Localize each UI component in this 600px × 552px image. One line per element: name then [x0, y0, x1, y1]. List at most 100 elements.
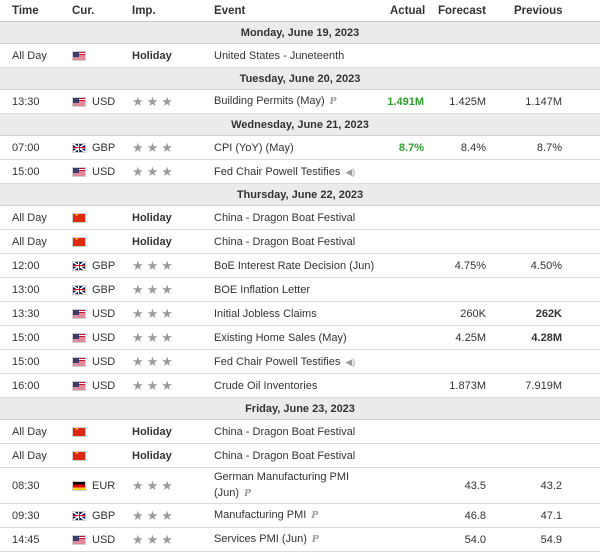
- event-name[interactable]: China - Dragon Boat Festival: [214, 230, 384, 253]
- actual-value: [360, 468, 424, 503]
- event-row[interactable]: 15:00 USD ★★★ Fed Chair Powell Testifies ◀): [0, 160, 600, 184]
- event-currency: [72, 420, 132, 443]
- header-actual[interactable]: Actual: [390, 0, 440, 21]
- day-date-label: Thursday, June 22, 2023: [236, 188, 364, 201]
- event-row[interactable]: 13:30 USD ★★★ Building Permits (May) P 1.491M…: [0, 90, 600, 114]
- event-name[interactable]: German Manufacturing PMI (Jun) P: [214, 468, 384, 503]
- day-date-label: Tuesday, June 20, 2023: [239, 72, 361, 85]
- event-title[interactable]: Existing Home Sales (May): [214, 332, 347, 344]
- event-title[interactable]: BoE Interest Rate Decision (Jun): [214, 260, 374, 272]
- event-currency: USD: [72, 160, 132, 183]
- event-row[interactable]: All Day Holiday China - Dragon Boat Festiv…: [0, 206, 600, 230]
- event-title[interactable]: Fed Chair Powell Testifies: [214, 356, 340, 368]
- header-event[interactable]: Event: [214, 0, 384, 21]
- event-title[interactable]: China - Dragon Boat Festival: [214, 426, 355, 438]
- event-row[interactable]: 15:00 USD ★★★ Fed Chair Powell Testifies ◀): [0, 350, 600, 374]
- forecast-value: 260K: [460, 307, 486, 320]
- event-name[interactable]: Initial Jobless Claims: [214, 302, 384, 325]
- event-row[interactable]: 09:30 GBP ★★★ Manufacturing PMI P 46.8 47.1: [0, 504, 600, 528]
- event-title[interactable]: CPI (YoY) (May): [214, 142, 294, 154]
- actual-value: [360, 160, 424, 183]
- event-title[interactable]: German Manufacturing PMI: [214, 471, 349, 483]
- actual-value: [360, 350, 424, 373]
- event-time: 15:00: [12, 355, 40, 368]
- event-row[interactable]: 13:30 USD ★★★ Initial Jobless Claims 260K 262…: [0, 302, 600, 326]
- event-title[interactable]: United States - Juneteenth: [214, 50, 344, 62]
- event-row[interactable]: 12:00 GBP ★★★ BoE Interest Rate Decision (J…: [0, 254, 600, 278]
- event-title[interactable]: China - Dragon Boat Festival: [214, 212, 355, 224]
- previous-value: [490, 206, 562, 229]
- event-row[interactable]: 08:30 EUR ★★★ German Manufacturing PMI (Jun)…: [0, 468, 600, 504]
- event-row[interactable]: All Day Holiday United States - Juneteenth: [0, 44, 600, 68]
- previous-value: [490, 160, 562, 183]
- importance-stars: ★★★: [132, 374, 202, 397]
- event-name[interactable]: United States - Juneteenth: [214, 44, 384, 67]
- event-row[interactable]: 07:00 GBP ★★★ CPI (YoY) (May) 8.7% 8.4% 8.7%: [0, 136, 600, 160]
- currency-code: USD: [92, 165, 116, 178]
- event-name[interactable]: Crude Oil Inventories: [214, 374, 384, 397]
- header-previous[interactable]: Previous: [514, 0, 574, 21]
- event-name[interactable]: Manufacturing PMI P: [214, 504, 384, 527]
- day-header-row: Tuesday, June 20, 2023: [0, 68, 600, 90]
- event-title[interactable]: Fed Chair Powell Testifies: [214, 166, 340, 178]
- event-row[interactable]: All Day Holiday China - Dragon Boat Festiv…: [0, 230, 600, 254]
- event-name[interactable]: China - Dragon Boat Festival: [214, 420, 384, 443]
- event-name[interactable]: Fed Chair Powell Testifies ◀): [214, 160, 384, 183]
- event-row[interactable]: 13:00 GBP ★★★ BOE Inflation Letter: [0, 278, 600, 302]
- event-name[interactable]: BOE Inflation Letter: [214, 278, 384, 301]
- event-currency: USD: [72, 90, 132, 113]
- forecast-value: [424, 350, 486, 373]
- event-name[interactable]: Building Permits (May) P: [214, 90, 384, 113]
- header-importance[interactable]: Imp.: [132, 0, 202, 21]
- calendar-body: Monday, June 19, 2023 All Day Holiday Unite…: [0, 22, 600, 552]
- actual-value: [360, 326, 424, 349]
- event-name[interactable]: Fed Chair Powell Testifies ◀): [214, 350, 384, 373]
- event-name[interactable]: Existing Home Sales (May): [214, 326, 384, 349]
- holiday-label: Holiday: [132, 49, 172, 62]
- flag-us-icon: [72, 534, 86, 545]
- event-title-line2[interactable]: (Jun): [214, 487, 239, 499]
- event-title[interactable]: China - Dragon Boat Festival: [214, 450, 355, 462]
- actual-value: [360, 302, 424, 325]
- event-row[interactable]: All Day Holiday China - Dragon Boat Festiv…: [0, 444, 600, 468]
- event-currency: USD: [72, 528, 132, 551]
- event-currency: USD: [72, 302, 132, 325]
- importance-stars: ★★★: [132, 528, 202, 551]
- flag-gb-icon: [72, 142, 86, 153]
- event-currency: GBP: [72, 136, 132, 159]
- event-row[interactable]: All Day Holiday China - Dragon Boat Festiv…: [0, 420, 600, 444]
- currency-code: GBP: [92, 259, 116, 272]
- event-title[interactable]: Services PMI (Jun): [214, 533, 307, 545]
- flag-cn-icon: [72, 212, 86, 223]
- star-rating-icon: ★★★: [132, 281, 176, 297]
- star-rating-icon: ★★★: [132, 477, 176, 493]
- preliminary-icon: P: [329, 97, 337, 107]
- event-title[interactable]: BOE Inflation Letter: [214, 284, 310, 296]
- event-time: 13:30: [12, 307, 40, 320]
- star-rating-icon: ★★★: [132, 163, 176, 179]
- currency-code: USD: [92, 95, 116, 108]
- forecast-value: [424, 206, 486, 229]
- forecast-value: 4.75%: [454, 259, 486, 272]
- event-name[interactable]: Services PMI (Jun) P: [214, 528, 384, 551]
- event-name[interactable]: BoE Interest Rate Decision (Jun): [214, 254, 384, 277]
- event-name[interactable]: China - Dragon Boat Festival: [214, 444, 384, 467]
- event-title[interactable]: China - Dragon Boat Festival: [214, 236, 355, 248]
- header-currency[interactable]: Cur.: [72, 0, 132, 21]
- event-row[interactable]: 16:00 USD ★★★ Crude Oil Inventories 1.873M 7.…: [0, 374, 600, 398]
- actual-value: [360, 230, 424, 253]
- header-time[interactable]: Time: [12, 0, 62, 21]
- event-title[interactable]: Building Permits (May): [214, 95, 325, 107]
- event-title[interactable]: Initial Jobless Claims: [214, 308, 317, 320]
- event-currency: EUR: [72, 468, 132, 503]
- event-title[interactable]: Manufacturing PMI: [214, 509, 306, 521]
- event-time: 08:30: [12, 479, 40, 492]
- event-row[interactable]: 14:45 USD ★★★ Services PMI (Jun) P 54.0 54.9: [0, 528, 600, 552]
- event-name[interactable]: China - Dragon Boat Festival: [214, 206, 384, 229]
- event-title[interactable]: Crude Oil Inventories: [214, 380, 317, 392]
- event-name[interactable]: CPI (YoY) (May): [214, 136, 384, 159]
- flag-us-icon: [72, 308, 86, 319]
- day-header-row: Wednesday, June 21, 2023: [0, 114, 600, 136]
- header-forecast[interactable]: Forecast: [438, 0, 498, 21]
- event-row[interactable]: 15:00 USD ★★★ Existing Home Sales (May) 4.25…: [0, 326, 600, 350]
